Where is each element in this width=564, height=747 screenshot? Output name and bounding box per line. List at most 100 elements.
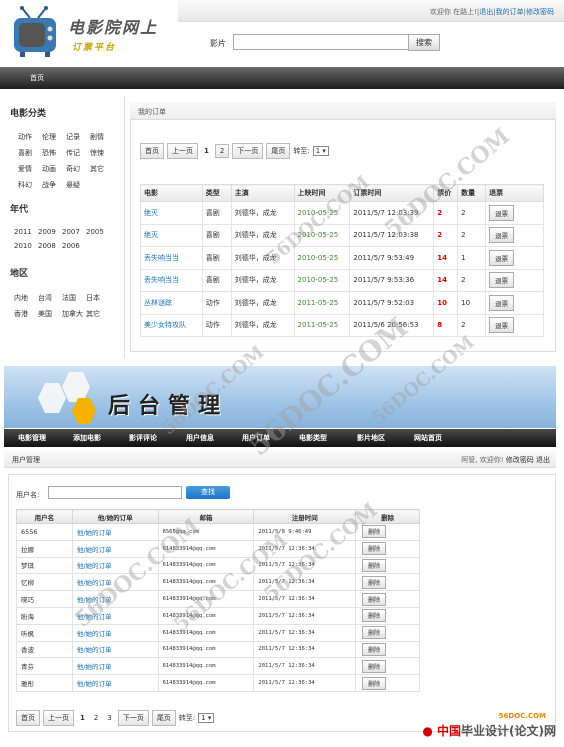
movie-link[interactable]: 绝灭 (140, 223, 203, 247)
category-item[interactable]: 奇幻 (66, 164, 90, 174)
category-item[interactable]: 爱情 (18, 164, 42, 174)
movie-link[interactable]: 丢失响当当 (140, 246, 203, 270)
nav-home[interactable]: 首页 (30, 73, 44, 83)
category-item[interactable]: 其它 (90, 164, 114, 174)
user-orders-link[interactable]: 他/她的订单 (71, 657, 159, 676)
admin-nav-item[interactable]: 电影类型 (284, 433, 342, 443)
year-item[interactable]: 2006 (62, 242, 86, 250)
pager-page-select[interactable]: 1 ▾ (312, 146, 329, 156)
delete-button[interactable]: 删除 (362, 592, 387, 606)
delete-button[interactable]: 删除 (362, 626, 387, 640)
region-item[interactable]: 台湾 (38, 293, 62, 303)
admin-nav-item[interactable]: 添加电影 (60, 433, 114, 443)
col-price: 票价 (433, 184, 459, 202)
region-item[interactable]: 内地 (14, 293, 38, 303)
year-item[interactable]: 2011 (14, 228, 38, 236)
admin-nav-item[interactable]: 用户信息 (172, 433, 228, 443)
category-item[interactable]: 恐怖 (42, 148, 66, 158)
category-item[interactable]: 动画 (42, 164, 66, 174)
col-orders: 他/她的订单 (71, 509, 159, 524)
pager-last-button[interactable]: 尾页 (266, 143, 291, 159)
pager-page-select[interactable]: 1 ▾ (198, 713, 215, 723)
user-orders-link[interactable]: 他/她的订单 (71, 523, 159, 541)
main-nav (0, 67, 564, 89)
delete-button[interactable]: 删除 (362, 575, 387, 589)
year-item[interactable]: 2008 (38, 242, 62, 250)
username-search-input[interactable] (48, 486, 182, 499)
admin-nav-item[interactable]: 电影管理 (4, 433, 60, 443)
region-item[interactable]: 香港 (14, 309, 38, 319)
category-item[interactable]: 动作 (18, 132, 42, 142)
category-item[interactable]: 惊悚 (90, 148, 114, 158)
delete-button[interactable]: 删除 (362, 642, 387, 656)
admin-nav-item[interactable]: 影片地区 (342, 433, 400, 443)
pager-next-button[interactable]: 下一页 (117, 710, 149, 726)
admin-logout-link[interactable]: 退出 (536, 456, 550, 464)
category-item[interactable]: 剧情 (90, 132, 114, 142)
movie-link[interactable]: 美少女特攻队 (140, 313, 203, 337)
table-row: 雅彤 他/她的订单 614833914@qq.com 2011/5/7 12:36:3… (16, 674, 420, 692)
user-orders-link[interactable]: 他/她的订单 (71, 539, 159, 558)
refund-button[interactable]: 退票 (489, 272, 515, 289)
delete-button[interactable]: 删除 (362, 609, 387, 623)
year-item[interactable]: 2005 (86, 228, 110, 236)
my-orders-link[interactable]: 我的订单 (496, 8, 524, 16)
pager-page-3[interactable]: 3 (104, 714, 114, 722)
pager-first-button[interactable]: 首页 (16, 710, 40, 726)
category-item[interactable]: 悬疑 (66, 180, 90, 190)
refund-button[interactable]: 退票 (489, 317, 515, 334)
table-row: 青芬 他/她的订单 614833914@qq.com 2011/5/7 12:36:3… (16, 657, 420, 676)
category-item[interactable]: 传记 (66, 148, 90, 158)
movie-search-input[interactable] (233, 34, 409, 50)
delete-button[interactable]: 删除 (362, 525, 387, 539)
user-orders-link[interactable]: 他/她的订单 (71, 623, 159, 642)
region-item[interactable]: 其它 (86, 309, 110, 319)
movie-link[interactable]: 丛林谜踪 (140, 291, 203, 315)
pager-prev-button[interactable]: 上一页 (167, 143, 198, 159)
search-button[interactable]: 搜索 (408, 34, 440, 51)
user-orders-link[interactable]: 他/她的订单 (71, 674, 159, 692)
pager-page-1[interactable]: 1 (201, 147, 212, 155)
year-item[interactable]: 2009 (38, 228, 62, 236)
delete-button[interactable]: 删除 (362, 659, 387, 673)
pager-page-2[interactable]: 2 (214, 144, 230, 158)
category-item[interactable]: 科幻 (18, 180, 42, 190)
category-item[interactable]: 战争 (42, 180, 66, 190)
pager-page-1[interactable]: 1 (77, 714, 88, 722)
user-orders-link[interactable]: 他/她的订单 (71, 573, 159, 592)
category-item[interactable]: 喜剧 (18, 148, 42, 158)
admin-change-password-link[interactable]: 修改密码 (506, 456, 534, 464)
region-item[interactable]: 美国 (38, 309, 62, 319)
admin-nav-item[interactable]: 网站首页 (400, 433, 456, 443)
admin-nav-item[interactable]: 影评评论 (114, 433, 172, 443)
refund-button[interactable]: 退票 (489, 227, 515, 244)
category-item[interactable]: 记录 (66, 132, 90, 142)
category-item[interactable]: 伦理 (42, 132, 66, 142)
refund-button[interactable]: 退票 (489, 294, 515, 311)
refund-button[interactable]: 退票 (489, 204, 515, 221)
logout-link[interactable]: 退出 (479, 8, 493, 16)
change-password-link[interactable]: 修改密码 (526, 8, 554, 16)
delete-button[interactable]: 删除 (362, 676, 387, 690)
user-orders-link[interactable]: 他/她的订单 (71, 556, 159, 575)
pager-prev-button[interactable]: 上一页 (43, 710, 74, 726)
movie-link[interactable]: 绝灭 (140, 201, 203, 225)
year-item[interactable]: 2010 (14, 242, 38, 250)
find-user-button[interactable]: 查找 (186, 486, 230, 499)
pager-next-button[interactable]: 下一页 (232, 143, 264, 159)
pager-page-2[interactable]: 2 (91, 714, 101, 722)
delete-button[interactable]: 删除 (362, 558, 387, 572)
region-item[interactable]: 加拿大 (62, 309, 86, 319)
pager-last-button[interactable]: 尾页 (151, 710, 176, 726)
user-orders-link[interactable]: 他/她的订单 (71, 590, 159, 608)
admin-nav-item[interactable]: 用户订单 (228, 433, 284, 443)
year-item[interactable]: 2007 (62, 228, 86, 236)
pager-first-button[interactable]: 首页 (140, 143, 164, 159)
delete-button[interactable]: 删除 (362, 542, 387, 556)
refund-button[interactable]: 退票 (489, 249, 515, 266)
region-item[interactable]: 日本 (86, 293, 110, 303)
region-item[interactable]: 法国 (62, 293, 86, 303)
movie-link[interactable]: 丢失响当当 (140, 268, 203, 292)
user-orders-link[interactable]: 他/她的订单 (71, 606, 159, 625)
user-orders-link[interactable]: 他/她的订单 (71, 640, 159, 659)
